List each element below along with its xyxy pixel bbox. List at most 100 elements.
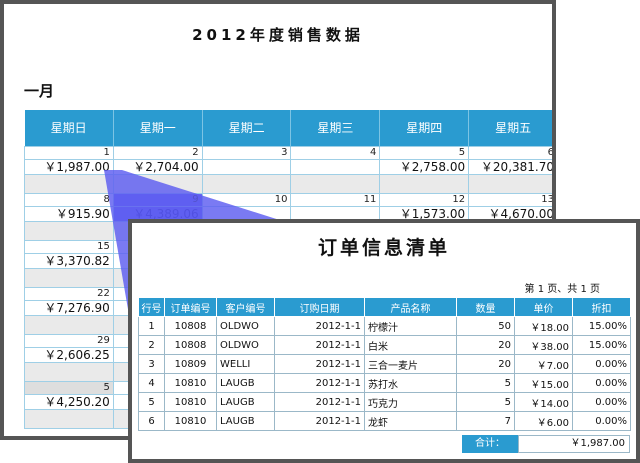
week-day-row: 1 2 3 4 5 6	[24, 145, 552, 160]
product-name: 龙虾	[364, 411, 457, 431]
product-name: 苏打水	[364, 373, 457, 393]
table-row: 2 10808 OLDWO 2012-1-1 白米 20 ￥38.00 15.0…	[138, 335, 631, 355]
order-id: 10809	[164, 354, 217, 374]
row-number: 1	[138, 316, 165, 336]
table-row: 6 10810 LAUGB 2012-1-1 龙虾 7 ￥6.00 0.00%	[138, 411, 631, 431]
day-cell[interactable]: 12	[379, 192, 470, 207]
order-date: 2012-1-1	[274, 411, 365, 431]
product-name: 三合一麦片	[364, 354, 457, 374]
order-id: 10808	[164, 335, 217, 355]
product-name: 白米	[364, 335, 457, 355]
day-cell[interactable]: 11	[290, 192, 381, 207]
sales-amount[interactable]: ￥1,987.00	[24, 158, 114, 175]
discount: 0.00%	[572, 373, 631, 393]
weekday-header-row: 星期日 星期一 星期二 星期三 星期四 星期五	[24, 110, 552, 146]
sales-amount[interactable]: ￥2,704.00	[112, 158, 203, 175]
row-number: 5	[138, 392, 165, 412]
customer-id: LAUGB	[216, 411, 275, 431]
calendar-title: 2012年度销售数据	[192, 26, 364, 44]
col-header: 产品名称	[364, 297, 457, 317]
total-value: ￥1,987.00	[518, 435, 630, 453]
order-id: 10810	[164, 373, 217, 393]
table-row: 4 10810 LAUGB 2012-1-1 苏打水 5 ￥15.00 0.00…	[138, 373, 631, 393]
product-name: 柠檬汁	[364, 316, 457, 336]
sales-amount[interactable]: ￥4,250.20	[24, 393, 114, 410]
day-cell-next-month[interactable]: 5	[24, 380, 114, 395]
col-header: 行号	[138, 297, 165, 317]
sales-amount[interactable]: ￥915.90	[24, 205, 114, 222]
weekday-fri: 星期五	[468, 110, 552, 146]
discount: 0.00%	[572, 354, 631, 374]
col-header: 数量	[456, 297, 515, 317]
day-cell-selected[interactable]: 9	[112, 192, 203, 207]
day-cell[interactable]: 1	[24, 145, 114, 160]
order-table-header: 行号 订单编号 客户编号 订购日期 产品名称 数量 单价 折扣	[138, 297, 631, 317]
col-header: 订购日期	[274, 297, 365, 317]
table-row: 3 10809 WELLI 2012-1-1 三合一麦片 20 ￥7.00 0.…	[138, 354, 631, 374]
unit-price: ￥6.00	[514, 411, 573, 431]
customer-id: LAUGB	[216, 392, 275, 412]
col-header: 客户编号	[216, 297, 275, 317]
quantity: 20	[456, 335, 515, 355]
day-cell[interactable]: 5	[379, 145, 470, 160]
order-id: 10808	[164, 316, 217, 336]
discount: 15.00%	[572, 335, 631, 355]
table-row: 1 10808 OLDWO 2012-1-1 柠檬汁 50 ￥18.00 15.…	[138, 316, 631, 336]
customer-id: OLDWO	[216, 335, 275, 355]
day-cell[interactable]: 6	[468, 145, 552, 160]
day-cell[interactable]: 22	[24, 286, 114, 301]
customer-id: LAUGB	[216, 373, 275, 393]
sales-amount[interactable]: ￥2,758.00	[379, 158, 470, 175]
sales-amount	[201, 158, 292, 175]
day-cell[interactable]: 29	[24, 333, 114, 348]
order-date: 2012-1-1	[274, 373, 365, 393]
day-cell[interactable]: 3	[201, 145, 292, 160]
unit-price: ￥18.00	[514, 316, 573, 336]
weekday-thu: 星期四	[379, 110, 470, 146]
order-date: 2012-1-1	[274, 335, 365, 355]
day-cell[interactable]: 15	[24, 239, 114, 254]
week-amount-row: ￥1,987.00 ￥2,704.00 ￥2,758.00 ￥20,381.70	[24, 158, 552, 175]
col-header: 订单编号	[164, 297, 217, 317]
weekday-sun: 星期日	[24, 110, 114, 146]
col-header: 折扣	[572, 297, 631, 317]
quantity: 20	[456, 354, 515, 374]
page-info: 第 1 页、共 1 页	[524, 284, 600, 295]
quantity: 7	[456, 411, 515, 431]
order-date: 2012-1-1	[274, 316, 365, 336]
table-row: 5 10810 LAUGB 2012-1-1 巧克力 5 ￥14.00 0.00…	[138, 392, 631, 412]
row-number: 4	[138, 373, 165, 393]
day-cell[interactable]: 13	[468, 192, 552, 207]
quantity: 50	[456, 316, 515, 336]
order-list-title: 订单信息清单	[317, 237, 450, 259]
order-id: 10810	[164, 392, 217, 412]
unit-price: ￥7.00	[514, 354, 573, 374]
row-number: 3	[138, 354, 165, 374]
col-header: 单价	[514, 297, 573, 317]
day-cell[interactable]: 8	[24, 192, 114, 207]
discount: 15.00%	[572, 316, 631, 336]
day-cell[interactable]: 4	[290, 145, 381, 160]
total-label: 合计：	[462, 435, 518, 453]
unit-price: ￥15.00	[514, 373, 573, 393]
day-cell[interactable]: 10	[201, 192, 292, 207]
sales-amount[interactable]: ￥3,370.82	[24, 252, 114, 269]
week-day-row: 8 9 10 11 12 13	[24, 192, 552, 207]
unit-price: ￥38.00	[514, 335, 573, 355]
row-number: 2	[138, 335, 165, 355]
day-cell[interactable]: 2	[112, 145, 203, 160]
quantity: 5	[456, 392, 515, 412]
month-label: 一月	[24, 82, 55, 100]
order-table: 行号 订单编号 客户编号 订购日期 产品名称 数量 单价 折扣 1 10808 …	[138, 297, 631, 431]
row-number: 6	[138, 411, 165, 431]
order-id: 10810	[164, 411, 217, 431]
quantity: 5	[456, 373, 515, 393]
weekday-wed: 星期三	[290, 110, 381, 146]
sales-amount[interactable]: ￥2,606.25	[24, 346, 114, 363]
order-date: 2012-1-1	[274, 392, 365, 412]
unit-price: ￥14.00	[514, 392, 573, 412]
customer-id: WELLI	[216, 354, 275, 374]
discount: 0.00%	[572, 411, 631, 431]
sales-amount[interactable]: ￥20,381.70	[468, 158, 552, 175]
sales-amount[interactable]: ￥7,276.90	[24, 299, 114, 316]
